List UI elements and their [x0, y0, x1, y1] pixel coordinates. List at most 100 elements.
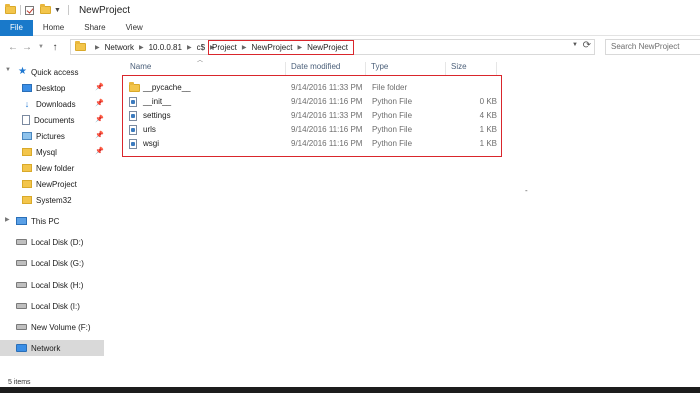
- drive-icon: [16, 324, 27, 330]
- sidebar-item-desktop[interactable]: Desktop 📌: [0, 80, 104, 96]
- column-divider[interactable]: [285, 62, 286, 76]
- folder-icon: [22, 148, 32, 156]
- tab-file[interactable]: File: [0, 19, 33, 36]
- properties-icon[interactable]: [25, 5, 34, 15]
- back-arrow-icon[interactable]: ←: [6, 42, 20, 53]
- folder-icon: [22, 196, 32, 204]
- documents-icon: [22, 115, 30, 125]
- sidebar-item-label: New folder: [36, 163, 75, 173]
- sidebar-item-label: Local Disk (D:): [31, 237, 84, 247]
- table-row[interactable]: __init__ 9/14/2016 11:16 PM Python File …: [123, 95, 503, 109]
- sidebar-item-label: Downloads: [36, 99, 76, 109]
- desktop-icon: [22, 84, 32, 92]
- sidebar-item-documents[interactable]: Documents 📌: [0, 112, 104, 128]
- sidebar-item-drive-i[interactable]: Local Disk (I:): [0, 298, 104, 314]
- sidebar-item-quick-access[interactable]: ▼ ★ Quick access: [0, 64, 104, 80]
- sidebar-item-label: New Volume (F:): [31, 322, 91, 332]
- breadcrumb-network[interactable]: Network: [105, 43, 134, 52]
- table-row[interactable]: __pycache__ 9/14/2016 11:33 PM File fold…: [123, 81, 503, 95]
- sidebar-item-drive-d[interactable]: Local Disk (D:): [0, 234, 104, 250]
- breadcrumb-newproject[interactable]: NewProject: [252, 43, 293, 52]
- drive-icon: [16, 303, 27, 309]
- sidebar-item-drive-g[interactable]: Local Disk (G:): [0, 255, 104, 271]
- table-row[interactable]: urls 9/14/2016 11:16 PM Python File 1 KB: [123, 123, 503, 137]
- table-row[interactable]: wsgi 9/14/2016 11:16 PM Python File 1 KB: [123, 137, 503, 151]
- breadcrumb-project[interactable]: Project: [212, 43, 237, 52]
- sort-ascending-icon: ︿: [197, 58, 204, 64]
- file-name: __init__: [143, 97, 172, 106]
- folder-icon: [22, 164, 32, 172]
- column-divider[interactable]: [365, 62, 366, 76]
- tab-home[interactable]: Home: [33, 20, 74, 36]
- sidebar-item-label: Local Disk (H:): [31, 280, 84, 290]
- column-header-name[interactable]: Name: [130, 62, 151, 76]
- file-date: 9/14/2016 11:33 PM: [291, 83, 363, 92]
- chevron-right-icon[interactable]: ▶: [5, 216, 10, 223]
- folder-icon: [129, 82, 140, 92]
- chevron-down-icon[interactable]: ▼: [5, 67, 11, 73]
- table-row[interactable]: settings 9/14/2016 11:33 PM Python File …: [123, 109, 503, 123]
- pin-icon: 📌: [95, 100, 104, 107]
- refresh-icon[interactable]: ⟳: [583, 40, 591, 51]
- column-divider[interactable]: [445, 62, 446, 76]
- sidebar-item-label: This PC: [31, 216, 60, 226]
- column-divider[interactable]: [496, 62, 497, 76]
- sidebar-item-drive-f[interactable]: New Volume (F:): [0, 319, 104, 335]
- breadcrumb-share[interactable]: c$: [197, 43, 205, 52]
- pictures-icon: [22, 132, 32, 140]
- sidebar-item-new-folder[interactable]: New folder: [0, 160, 104, 176]
- ribbon-tabs: File Home Share View: [0, 19, 700, 36]
- sidebar-item-label: NewProject: [36, 179, 77, 189]
- search-input[interactable]: Search NewProject: [611, 42, 679, 51]
- pin-icon: 📌: [95, 116, 104, 123]
- tab-share[interactable]: Share: [74, 20, 115, 36]
- folder-icon: [22, 180, 32, 188]
- chevron-right-icon: ▶: [297, 45, 303, 51]
- quick-access-toolbar-dropdown[interactable]: ▼: [54, 7, 61, 14]
- column-header-size[interactable]: Size: [451, 62, 467, 76]
- python-file-icon: [129, 125, 137, 135]
- recent-locations-icon[interactable]: ▼: [34, 44, 48, 50]
- title-bar: ▼ NewProject: [0, 0, 700, 20]
- file-date: 9/14/2016 11:33 PM: [291, 111, 363, 120]
- file-size: 0 KB: [479, 97, 497, 106]
- file-name: urls: [143, 125, 156, 134]
- file-date: 9/14/2016 11:16 PM: [291, 125, 363, 134]
- pin-icon: 📌: [95, 148, 104, 155]
- sidebar-item-downloads[interactable]: ↓ Downloads 📌: [0, 96, 104, 112]
- sidebar-item-label: Local Disk (I:): [31, 301, 80, 311]
- up-arrow-icon[interactable]: ↑: [48, 42, 62, 53]
- address-dropdown-icon[interactable]: ▼: [572, 42, 578, 48]
- file-type: Python File: [372, 97, 413, 106]
- chevron-right-icon: ▶: [95, 44, 100, 51]
- python-file-icon: [129, 139, 137, 149]
- separator: [67, 5, 69, 15]
- sidebar-item-pictures[interactable]: Pictures 📌: [0, 128, 104, 144]
- sidebar-item-label: Pictures: [36, 131, 65, 141]
- python-file-icon: [129, 97, 137, 107]
- sidebar-item-network[interactable]: Network: [0, 340, 104, 356]
- window-title: NewProject: [78, 4, 131, 16]
- new-folder-icon[interactable]: [40, 4, 51, 14]
- forward-arrow-icon[interactable]: →: [20, 42, 34, 53]
- search-box[interactable]: Search NewProject: [605, 39, 700, 55]
- sidebar-item-system32[interactable]: System32: [0, 192, 104, 208]
- separator: [20, 5, 21, 15]
- drive-icon: [16, 260, 27, 266]
- sidebar-item-this-pc[interactable]: ▶ This PC: [0, 213, 104, 229]
- tab-view[interactable]: View: [116, 20, 153, 36]
- item-count: 5 items: [8, 379, 31, 386]
- file-name: settings: [143, 111, 171, 120]
- highlighted-file-list: __pycache__ 9/14/2016 11:33 PM File fold…: [122, 75, 502, 157]
- file-type: Python File: [372, 139, 413, 148]
- address-bar[interactable]: ▶ Network ▶ 10.0.0.81 ▶ c$ ▶ Project ▶ N…: [70, 39, 595, 55]
- breadcrumb-host[interactable]: 10.0.0.81: [149, 43, 182, 52]
- file-size: 1 KB: [479, 139, 497, 148]
- sidebar-item-mysql[interactable]: Mysql 📌: [0, 144, 104, 160]
- breadcrumb-newproject-inner[interactable]: NewProject: [307, 43, 348, 52]
- sidebar-item-drive-h[interactable]: Local Disk (H:): [0, 277, 104, 293]
- column-header-type[interactable]: Type: [371, 62, 388, 76]
- column-header-date[interactable]: Date modified: [291, 62, 340, 76]
- star-icon: ★: [18, 66, 27, 77]
- sidebar-item-newproject[interactable]: NewProject: [0, 176, 104, 192]
